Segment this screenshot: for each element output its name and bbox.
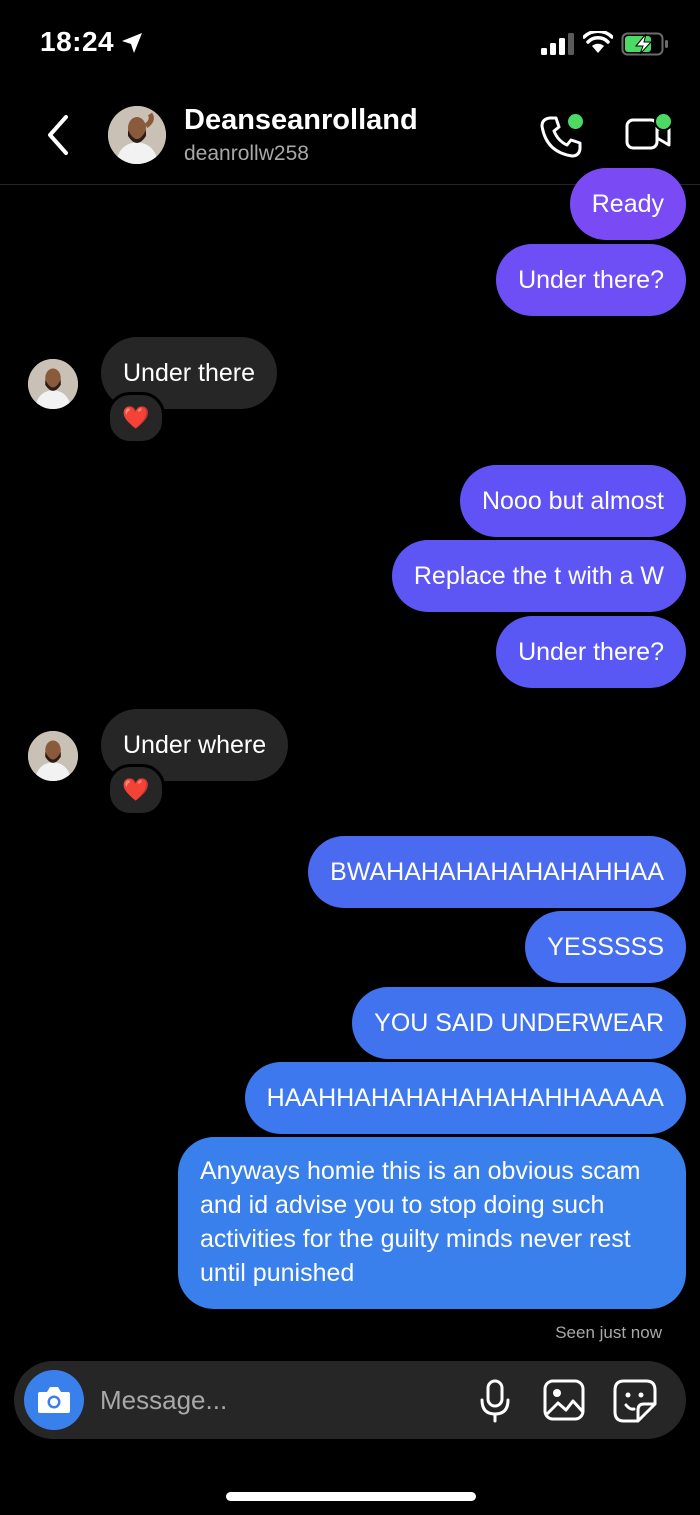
outgoing-message[interactable]: HAAHHAHAHAHAHAHAHHAAAAA (244, 1062, 686, 1134)
video-status-dot (654, 112, 673, 131)
heart-reaction[interactable]: ❤️ (107, 392, 165, 444)
camera-icon (38, 1387, 70, 1413)
outgoing-message[interactable]: YOU SAID UNDERWEAR (352, 987, 686, 1059)
location-arrow-icon (122, 33, 142, 53)
battery-charging-icon (621, 32, 668, 56)
back-button[interactable] (40, 110, 76, 160)
sender-avatar[interactable] (28, 731, 78, 781)
sticker-icon[interactable] (612, 1378, 658, 1424)
gallery-icon[interactable] (542, 1378, 586, 1422)
profile-photo-icon (108, 106, 166, 164)
video-call-button[interactable] (624, 112, 674, 156)
outgoing-message[interactable]: BWAHAHAHAHAHAHAHHAA (308, 836, 686, 908)
seen-receipt: Seen just now (555, 1323, 662, 1342)
heart-reaction[interactable]: ❤️ (107, 764, 165, 816)
sender-avatar[interactable] (28, 359, 78, 409)
contact-name[interactable]: Deanseanrolland (184, 104, 418, 137)
outgoing-message[interactable]: Nooo but almost (459, 465, 686, 537)
online-status-dot (566, 112, 585, 131)
profile-photo-icon (28, 731, 78, 781)
wifi-icon (583, 31, 613, 53)
profile-photo-icon (28, 359, 78, 409)
outgoing-message[interactable]: Under there? (496, 244, 686, 316)
outgoing-message[interactable]: Under there? (496, 616, 686, 688)
contact-avatar[interactable] (108, 106, 166, 164)
contact-username[interactable]: deanrollw258 (184, 142, 309, 166)
cellular-signal-icon (541, 33, 574, 55)
message-input[interactable] (100, 1380, 460, 1420)
audio-call-button[interactable] (536, 112, 586, 162)
outgoing-message[interactable]: YESSSSS (525, 911, 686, 983)
camera-button[interactable] (24, 1370, 84, 1430)
home-indicator[interactable] (226, 1492, 476, 1501)
outgoing-message-long[interactable]: Anyways homie this is an obvious scam an… (178, 1137, 686, 1309)
outgoing-message[interactable]: Ready (569, 168, 686, 240)
status-time: 18:24 (40, 26, 115, 57)
microphone-icon[interactable] (478, 1378, 512, 1424)
outgoing-message[interactable]: Replace the t with a W (391, 540, 686, 612)
